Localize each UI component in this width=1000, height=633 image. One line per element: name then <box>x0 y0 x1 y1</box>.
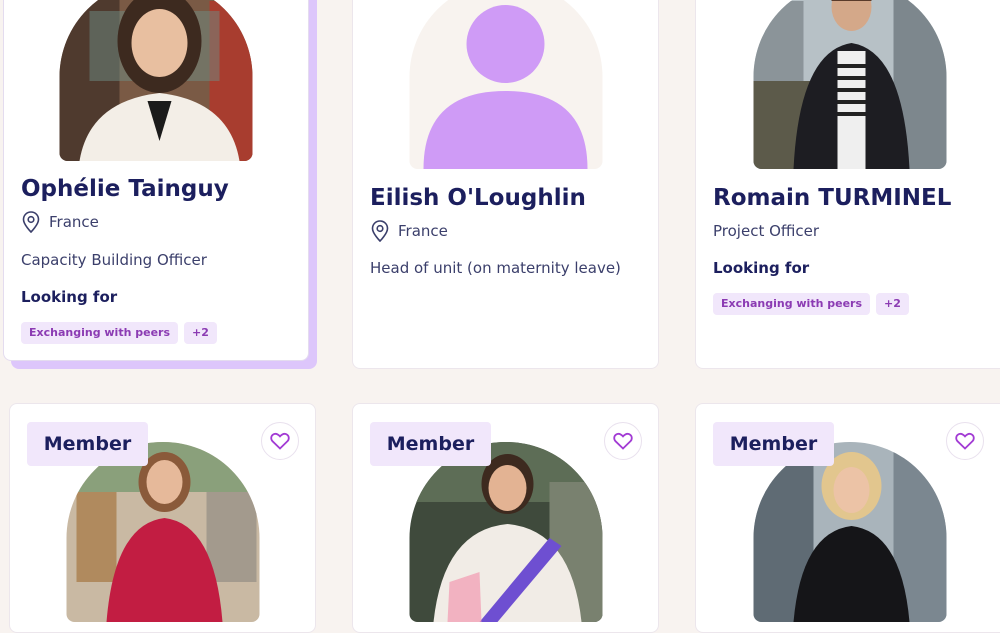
profile-photo <box>409 442 602 622</box>
map-pin-icon <box>22 211 40 233</box>
member-role: Head of unit (on maternity leave) <box>370 259 621 277</box>
map-pin-icon <box>371 220 389 242</box>
member-location: France <box>22 211 99 233</box>
profile-photo <box>66 442 259 622</box>
profile-photo <box>753 0 947 169</box>
member-location: France <box>371 220 448 242</box>
member-card[interactable]: Member <box>9 403 316 633</box>
tag-exchanging-with-peers: Exchanging with peers <box>713 293 871 315</box>
favorite-button[interactable] <box>604 422 642 460</box>
member-card[interactable]: Member <box>352 403 659 633</box>
profile-photo-image <box>409 442 602 622</box>
tag-more-count[interactable]: +2 <box>184 322 217 344</box>
member-location-text: France <box>49 213 99 231</box>
looking-for-label: Looking for <box>713 259 810 277</box>
profile-photo <box>59 0 253 161</box>
member-card-eilish[interactable]: Eilish O'Loughlin France Head of unit (o… <box>352 0 659 369</box>
member-name[interactable]: Eilish O'Loughlin <box>370 185 586 211</box>
profile-photo-image <box>753 442 947 622</box>
looking-for-tags: Exchanging with peers +2 <box>713 293 909 315</box>
looking-for-label: Looking for <box>21 288 118 306</box>
member-badge: Member <box>370 422 491 466</box>
heart-outline-icon <box>955 433 975 450</box>
profile-photo-image <box>66 442 259 622</box>
tag-more-count[interactable]: +2 <box>876 293 909 315</box>
member-role: Capacity Building Officer <box>21 251 207 269</box>
member-role: Project Officer <box>713 222 820 240</box>
favorite-button[interactable] <box>261 422 299 460</box>
heart-outline-icon <box>270 433 290 450</box>
member-name[interactable]: Ophélie Tainguy <box>21 176 229 202</box>
default-avatar-icon <box>423 5 587 169</box>
member-badge: Member <box>713 422 834 466</box>
member-card[interactable]: Member <box>695 403 1000 633</box>
member-location-text: France <box>398 222 448 240</box>
profile-photo-placeholder <box>409 0 602 169</box>
tag-exchanging-with-peers: Exchanging with peers <box>21 322 179 344</box>
member-card-romain[interactable]: Romain TURMINEL Project Officer Looking … <box>695 0 1000 369</box>
profile-photo <box>753 442 947 622</box>
profile-photo-image <box>753 0 947 169</box>
member-badge: Member <box>27 422 148 466</box>
looking-for-tags: Exchanging with peers +2 <box>21 322 217 344</box>
member-card-ophelie[interactable]: Ophélie Tainguy France Capacity Building… <box>3 0 309 361</box>
profile-photo-image <box>59 0 253 161</box>
member-name[interactable]: Romain TURMINEL <box>713 185 951 211</box>
favorite-button[interactable] <box>946 422 984 460</box>
heart-outline-icon <box>613 433 633 450</box>
